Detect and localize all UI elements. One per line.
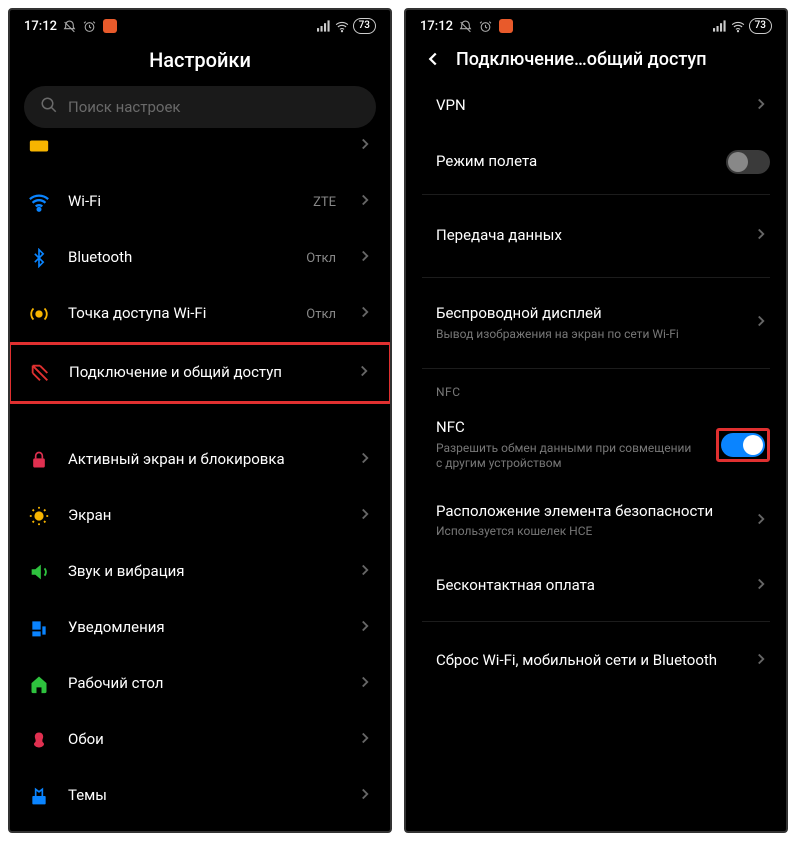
- chevron-right-icon: [356, 617, 374, 639]
- row-vpn[interactable]: VPN: [406, 78, 786, 134]
- row-data[interactable]: Передача данных: [406, 199, 786, 273]
- wifi-status-icon: [335, 19, 349, 33]
- row-pay[interactable]: Бесконтактная оплата: [406, 555, 786, 617]
- status-time: 17:12: [420, 19, 453, 34]
- phone-left: 17:12 73 Настройки Поиск настроек: [8, 8, 392, 833]
- row-wifi[interactable]: Wi-Fi ZTE: [10, 174, 390, 230]
- chevron-right-icon: [356, 785, 374, 807]
- row-hotspot[interactable]: Точка доступа Wi-Fi Откл: [10, 286, 390, 342]
- signal-icon: [713, 19, 727, 33]
- row-lock[interactable]: Активный экран и блокировка: [10, 432, 390, 488]
- wifi-value: ZTE: [313, 195, 336, 210]
- page-title: Настройки: [26, 48, 374, 72]
- notifications-icon: [26, 615, 52, 641]
- chevron-right-icon: [356, 303, 374, 325]
- sim-icon: [26, 138, 52, 159]
- dnd-icon: [63, 19, 77, 33]
- divider: [422, 194, 770, 195]
- app-badge-icon: [499, 19, 513, 33]
- search-input[interactable]: Поиск настроек: [24, 86, 376, 128]
- chevron-right-icon: [752, 510, 770, 532]
- alarm-icon: [479, 19, 493, 33]
- search-icon: [40, 96, 58, 118]
- themes-icon: [26, 783, 52, 809]
- battery-indicator: 73: [353, 18, 376, 34]
- chevron-right-icon: [356, 505, 374, 527]
- dnd-icon: [459, 19, 473, 33]
- row-bluetooth[interactable]: Bluetooth Откл: [10, 230, 390, 286]
- row-reset[interactable]: Сброс Wi-Fi, мобильной сети и Bluetooth: [406, 626, 786, 687]
- hotspot-icon: [26, 301, 52, 327]
- chevron-right-icon: [356, 561, 374, 583]
- sharing-icon: [27, 360, 53, 386]
- bluetooth-value: Откл: [306, 251, 336, 266]
- row-sound[interactable]: Звук и вибрация: [10, 544, 390, 600]
- row-sharing[interactable]: Подключение и общий доступ: [11, 345, 389, 401]
- row-airplane[interactable]: Режим полета: [406, 134, 786, 190]
- row-cast[interactable]: Беспроводной дисплей Вывод изображения н…: [406, 282, 786, 364]
- row-themes[interactable]: Темы: [10, 768, 390, 824]
- row-wallpaper[interactable]: Обои: [10, 712, 390, 768]
- brightness-icon: [26, 503, 52, 529]
- battery-indicator: 73: [749, 18, 772, 34]
- sharing-list: VPN Режим полета Передача данных Беспров…: [406, 78, 786, 831]
- page-title: Подключение…общий доступ: [456, 49, 770, 70]
- lock-icon: [26, 447, 52, 473]
- nfc-toggle[interactable]: [721, 433, 765, 457]
- back-button[interactable]: [422, 48, 444, 70]
- chevron-right-icon: [752, 312, 770, 334]
- search-placeholder: Поиск настроек: [68, 98, 181, 116]
- highlight-nfc-toggle: [716, 428, 770, 462]
- row-display[interactable]: Экран: [10, 488, 390, 544]
- row-notifications[interactable]: Уведомления: [10, 600, 390, 656]
- phone-right: 17:12 73 Подключение…общий доступ VPN Ре…: [404, 8, 788, 833]
- header: Подключение…общий доступ: [406, 38, 786, 78]
- app-badge-icon: [103, 19, 117, 33]
- row-sim[interactable]: [10, 138, 390, 174]
- chevron-right-icon: [356, 191, 374, 213]
- status-bar: 17:12 73: [406, 10, 786, 38]
- chevron-right-icon: [356, 673, 374, 695]
- highlight-sharing: Подключение и общий доступ: [10, 342, 390, 404]
- row-home[interactable]: Рабочий стол: [10, 656, 390, 712]
- chevron-right-icon: [752, 650, 770, 672]
- status-time: 17:12: [24, 19, 57, 34]
- chevron-right-icon: [355, 362, 373, 384]
- chevron-right-icon: [356, 729, 374, 751]
- divider: [422, 277, 770, 278]
- row-nfc[interactable]: NFC Разрешить обмен данными при совмещен…: [406, 403, 786, 487]
- chevron-right-icon: [356, 449, 374, 471]
- header: Настройки: [10, 38, 390, 80]
- section-nfc: NFC: [406, 373, 786, 403]
- chevron-right-icon: [356, 138, 374, 157]
- status-bar: 17:12 73: [10, 10, 390, 38]
- settings-list: Wi-Fi ZTE Bluetooth Откл Точка доступа W…: [10, 138, 390, 831]
- sound-icon: [26, 559, 52, 585]
- hotspot-value: Откл: [306, 307, 336, 322]
- row-secure-element[interactable]: Расположение элемента безопасности Испол…: [406, 487, 786, 555]
- airplane-toggle[interactable]: [726, 150, 770, 174]
- alarm-icon: [83, 19, 97, 33]
- chevron-right-icon: [752, 575, 770, 597]
- home-icon: [26, 671, 52, 697]
- signal-icon: [317, 19, 331, 33]
- chevron-right-icon: [752, 225, 770, 247]
- bluetooth-icon: [26, 245, 52, 271]
- chevron-right-icon: [752, 95, 770, 117]
- wifi-icon: [26, 189, 52, 215]
- divider: [422, 368, 770, 369]
- wallpaper-icon: [26, 727, 52, 753]
- divider: [422, 621, 770, 622]
- wifi-status-icon: [731, 19, 745, 33]
- chevron-right-icon: [356, 247, 374, 269]
